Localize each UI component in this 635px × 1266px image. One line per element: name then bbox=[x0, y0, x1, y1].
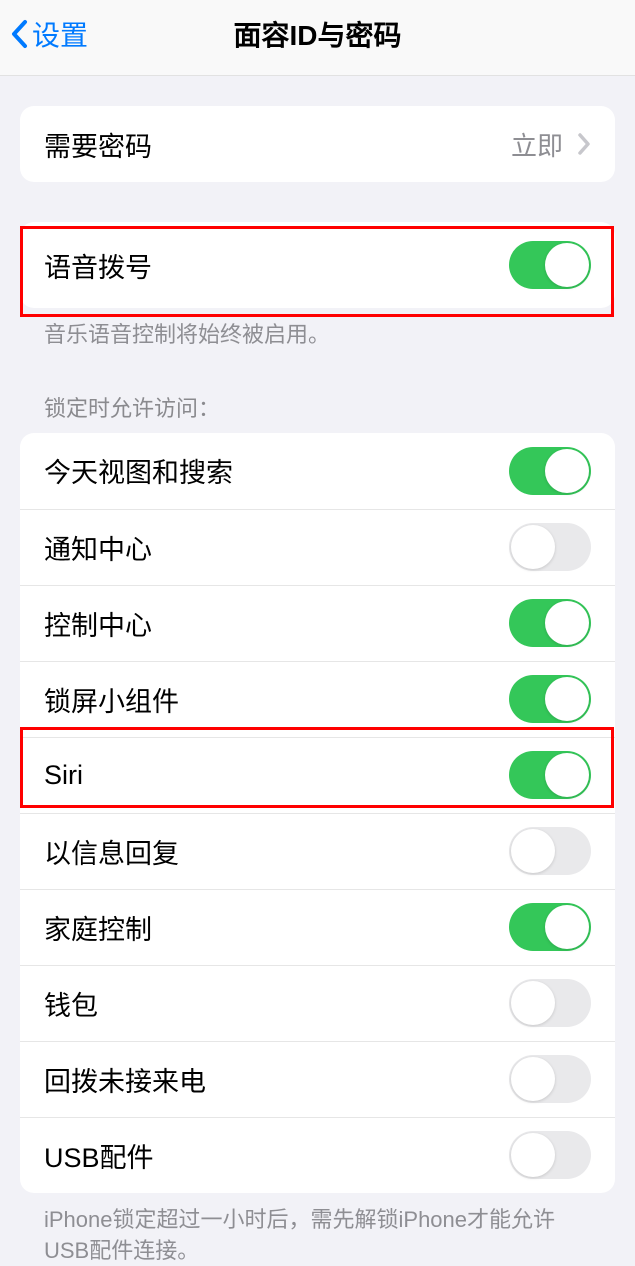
lock-access-row: 钱包 bbox=[20, 965, 615, 1041]
lock-access-toggle[interactable] bbox=[509, 1131, 591, 1179]
passcode-group: 需要密码 立即 bbox=[20, 106, 615, 182]
lock-access-toggle[interactable] bbox=[509, 979, 591, 1027]
voice-dial-toggle[interactable] bbox=[509, 241, 591, 289]
lock-access-toggle[interactable] bbox=[509, 675, 591, 723]
lock-access-group: 今天视图和搜索通知中心控制中心锁屏小组件 Siri 以信息回复家庭控制钱包回拨未接来… bbox=[20, 433, 615, 1193]
lock-access-item-label: 今天视图和搜索 bbox=[44, 451, 233, 490]
lock-access-toggle[interactable] bbox=[509, 447, 591, 495]
lock-access-item-label: 家庭控制 bbox=[44, 908, 152, 947]
lock-access-item-label: 锁屏小组件 bbox=[44, 680, 179, 719]
lock-access-toggle[interactable] bbox=[509, 751, 591, 799]
lock-access-row: 回拨未接来电 bbox=[20, 1041, 615, 1117]
lock-access-row: USB配件 bbox=[20, 1117, 615, 1193]
voice-dial-label: 语音拨号 bbox=[44, 246, 152, 285]
chevron-right-icon bbox=[577, 132, 591, 156]
lock-access-footnote: iPhone锁定超过一小时后，需先解锁iPhone才能允许USB配件连接。 bbox=[20, 1193, 615, 1266]
navigation-bar: 设置 面容ID与密码 bbox=[0, 0, 635, 76]
content-area: 需要密码 立即 语音拨号 音乐语音控制将始终被启用。 锁定时允许访问： 今天视图… bbox=[0, 76, 635, 1266]
lock-access-header: 锁定时允许访问： bbox=[20, 391, 615, 433]
lock-access-toggle[interactable] bbox=[509, 523, 591, 571]
lock-access-row: 通知中心 bbox=[20, 509, 615, 585]
lock-access-toggle[interactable] bbox=[509, 599, 591, 647]
lock-access-row: 锁屏小组件 bbox=[20, 661, 615, 737]
lock-access-item-label: 以信息回复 bbox=[44, 832, 179, 871]
require-passcode-row[interactable]: 需要密码 立即 bbox=[20, 106, 615, 182]
voice-dial-row: 语音拨号 bbox=[20, 222, 615, 308]
lock-access-item-label: 控制中心 bbox=[44, 604, 152, 643]
lock-access-toggle[interactable] bbox=[509, 903, 591, 951]
lock-access-item-label: 钱包 bbox=[44, 984, 98, 1023]
voice-dial-group: 语音拨号 bbox=[20, 222, 615, 308]
lock-access-toggle[interactable] bbox=[509, 827, 591, 875]
lock-access-row: 今天视图和搜索 bbox=[20, 433, 615, 509]
lock-access-item-label: Siri bbox=[44, 760, 83, 791]
lock-access-row: 控制中心 bbox=[20, 585, 615, 661]
lock-access-item-label: USB配件 bbox=[44, 1136, 154, 1175]
chevron-left-icon bbox=[10, 19, 28, 49]
lock-access-item-label: 通知中心 bbox=[44, 528, 152, 567]
lock-access-row: Siri bbox=[20, 737, 615, 813]
lock-access-row: 以信息回复 bbox=[20, 813, 615, 889]
back-button[interactable]: 设置 bbox=[10, 14, 88, 54]
page-title: 面容ID与密码 bbox=[233, 14, 401, 54]
voice-dial-footnote: 音乐语音控制将始终被启用。 bbox=[20, 308, 615, 351]
require-passcode-value: 立即 bbox=[511, 126, 563, 163]
lock-access-row: 家庭控制 bbox=[20, 889, 615, 965]
require-passcode-label: 需要密码 bbox=[44, 125, 152, 164]
back-label: 设置 bbox=[32, 14, 88, 54]
lock-access-item-label: 回拨未接来电 bbox=[44, 1060, 206, 1099]
lock-access-toggle[interactable] bbox=[509, 1055, 591, 1103]
